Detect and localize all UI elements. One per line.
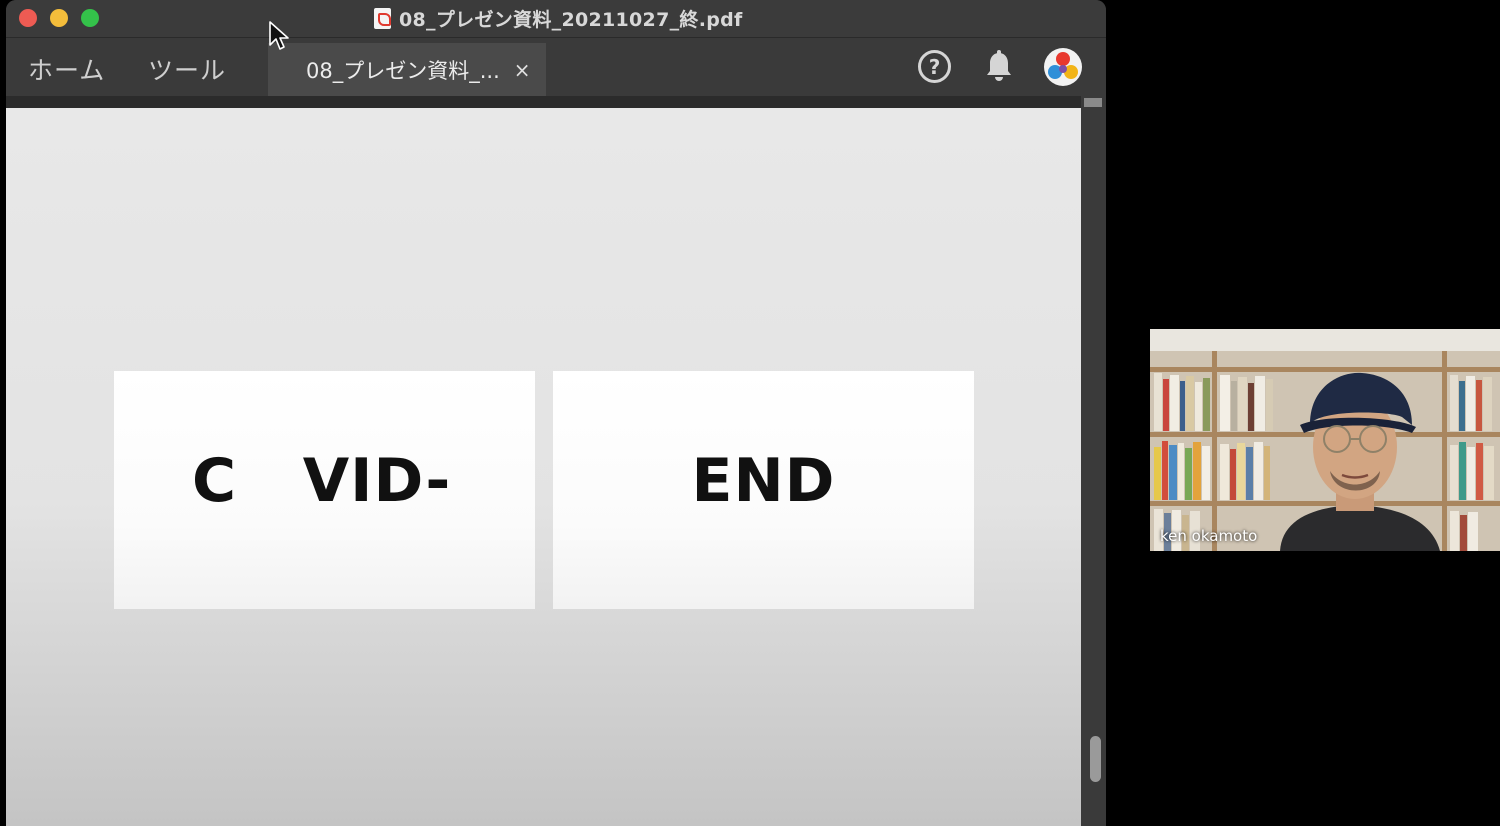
avatar-graphic	[1048, 52, 1078, 79]
slide-thumbnail[interactable]: END	[553, 371, 974, 609]
avatar-icon[interactable]	[1044, 48, 1082, 86]
participant-video[interactable]: ken okamoto	[1150, 329, 1500, 551]
window-title: 08_プレゼン資料_20211027_終.pdf	[374, 5, 743, 31]
document-tab-label: 08_プレゼン資料_...	[306, 58, 500, 83]
slide-title: C VID-	[192, 446, 452, 516]
pdf-viewer-window: 08_プレゼン資料_20211027_終.pdf ホーム ツール 08_プレゼン…	[6, 0, 1106, 826]
zoom-window-button[interactable]	[81, 9, 99, 27]
title-bar: 08_プレゼン資料_20211027_終.pdf	[6, 0, 1106, 38]
document-viewport[interactable]: C VID- END	[6, 108, 1081, 826]
bell-icon[interactable]	[984, 50, 1014, 84]
mouse-cursor-icon	[269, 21, 289, 50]
minimize-window-button[interactable]	[50, 9, 68, 27]
close-tab-icon[interactable]: ×	[514, 58, 531, 82]
help-icon[interactable]: ?	[918, 50, 951, 83]
tab-home[interactable]: ホーム	[28, 51, 105, 87]
toolbar-strip	[6, 96, 1106, 108]
slide-thumbnail[interactable]: C VID-	[114, 371, 535, 609]
participant-video-feed	[1150, 329, 1500, 551]
tab-bar: ホーム ツール 08_プレゼン資料_... × ?	[6, 39, 1106, 96]
participant-name-label: ken okamoto	[1160, 527, 1258, 545]
tab-tools[interactable]: ツール	[148, 51, 226, 87]
document-tab[interactable]: 08_プレゼン資料_... ×	[268, 43, 546, 96]
pdf-file-icon	[374, 7, 391, 29]
window-title-text: 08_プレゼン資料_20211027_終.pdf	[399, 8, 743, 31]
close-window-button[interactable]	[19, 9, 37, 27]
slide-title: END	[691, 446, 836, 516]
scrollbar-thumb[interactable]	[1090, 736, 1101, 782]
vertical-scrollbar[interactable]	[1081, 96, 1106, 826]
scrollbar-top-handle	[1084, 98, 1102, 107]
